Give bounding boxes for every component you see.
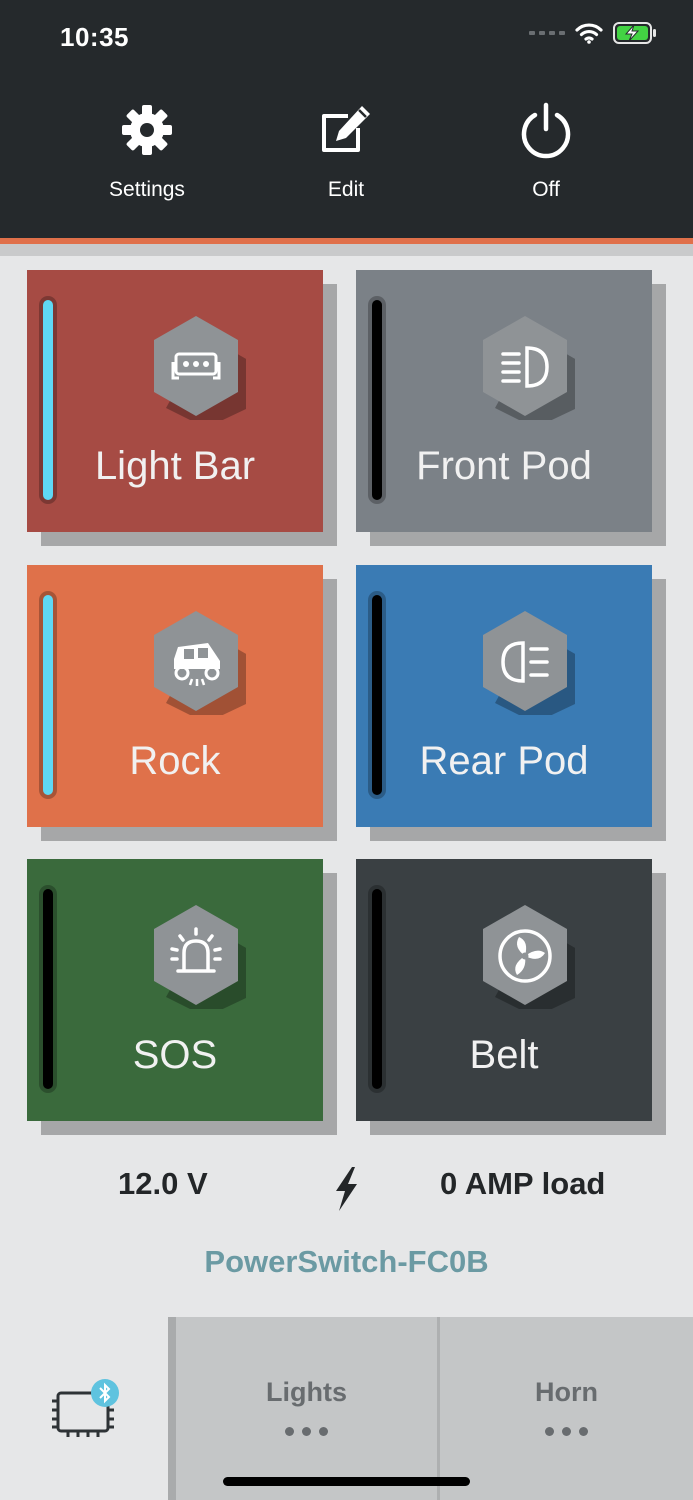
home-indicator	[223, 1477, 470, 1486]
tile-0[interactable]: Light Bar	[27, 270, 337, 546]
off-label: Off	[532, 178, 560, 201]
signal-icon	[529, 31, 565, 35]
device-name: PowerSwitch-FC0B	[204, 1244, 489, 1279]
switch-tile[interactable]: SOS	[27, 859, 323, 1121]
header-shadow	[0, 244, 693, 256]
tile-4[interactable]: SOS	[27, 859, 337, 1135]
fan-icon	[483, 905, 575, 1009]
switch-tile[interactable]: Rear Pod	[356, 565, 652, 827]
gear-icon	[122, 105, 172, 155]
edit-button[interactable]: Edit	[276, 100, 416, 202]
bottom-tab-bar: Lights Horn	[0, 1317, 693, 1500]
tile-1[interactable]: Front Pod	[356, 270, 666, 546]
load-readout: 0 AMP load	[440, 1166, 606, 1201]
tile-label: Rear Pod	[419, 739, 589, 783]
tab-device[interactable]	[0, 1317, 168, 1500]
tile-label: Light Bar	[94, 444, 256, 488]
switch-tile[interactable]: Front Pod	[356, 270, 652, 532]
status-time: 10:35	[60, 22, 129, 52]
rear-light-icon	[483, 611, 575, 715]
tab-lights-label: Lights	[266, 1377, 347, 1407]
tile-2[interactable]: Rock	[27, 565, 337, 841]
tile-label: Rock	[129, 739, 221, 783]
light-bar-icon	[154, 316, 246, 420]
tile-label: SOS	[132, 1033, 218, 1077]
battery-charging-icon	[613, 22, 656, 44]
more-dots-icon	[440, 1427, 693, 1436]
tile-label: Belt	[469, 1033, 539, 1077]
tile-3[interactable]: Rear Pod	[356, 565, 666, 841]
siren-icon	[154, 905, 246, 1009]
voltage-readout: 12.0 V	[118, 1166, 208, 1201]
switch-tile[interactable]: Rock	[27, 565, 323, 827]
tab-horn[interactable]: Horn	[440, 1317, 693, 1500]
settings-button[interactable]: Settings	[77, 100, 217, 202]
headlight-icon	[483, 316, 575, 420]
switch-tile[interactable]: Light Bar	[27, 270, 323, 532]
edit-icon	[322, 106, 370, 152]
power-off-button[interactable]: Off	[476, 100, 616, 202]
more-dots-icon	[176, 1427, 437, 1436]
tab-horn-label: Horn	[535, 1377, 598, 1407]
switch-tile[interactable]: Belt	[356, 859, 652, 1121]
status-icons	[529, 22, 657, 44]
power-icon	[521, 102, 571, 159]
wifi-icon	[575, 23, 603, 44]
tab-separator	[168, 1317, 176, 1500]
tile-5[interactable]: Belt	[356, 859, 666, 1135]
settings-label: Settings	[109, 178, 185, 201]
lightning-icon	[336, 1167, 357, 1211]
header: 10:35 Settings Edit Off	[0, 0, 693, 238]
utv-rock-icon	[154, 611, 246, 715]
tab-lights[interactable]: Lights	[176, 1317, 437, 1500]
edit-label: Edit	[327, 178, 365, 201]
tile-label: Front Pod	[416, 444, 592, 488]
bluetooth-module-icon	[52, 1379, 119, 1437]
